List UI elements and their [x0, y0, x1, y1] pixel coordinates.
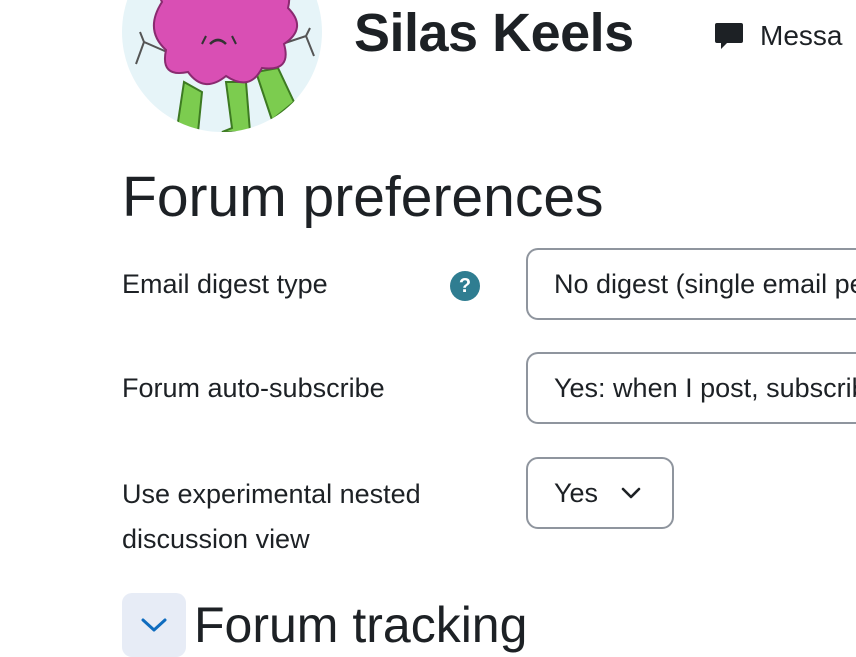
auto-subscribe-value: Yes: when I post, subscribe me to that f… [554, 372, 856, 403]
user-name: Silas Keels [354, 3, 634, 63]
message-button-label: Messa [760, 20, 843, 51]
auto-subscribe-select[interactable]: Yes: when I post, subscribe me to that f… [526, 352, 856, 424]
avatar-monster-icon [135, 0, 315, 132]
page-title: Forum preferences [122, 165, 604, 229]
nested-view-label-line1: Use experimental nested [122, 479, 421, 509]
nested-view-value: Yes [554, 477, 599, 508]
nested-view-select[interactable]: Yes [526, 457, 674, 529]
email-digest-value: No digest (single email per forum post) [554, 268, 856, 299]
forum-tracking-collapse-button[interactable] [122, 593, 186, 657]
email-digest-select[interactable]: No digest (single email per forum post) [526, 248, 856, 320]
chevron-down-icon [141, 618, 167, 632]
nested-view-label-line2: discussion view [122, 524, 310, 554]
help-icon-glyph: ? [458, 274, 472, 297]
section-heading-forum-tracking: Forum tracking [194, 597, 528, 653]
message-button[interactable]: Messa [712, 14, 842, 58]
question-circle-icon[interactable]: ? [450, 271, 480, 301]
user-avatar[interactable] [122, 0, 322, 132]
auto-subscribe-label: Forum auto-subscribe [122, 373, 385, 403]
speech-bubble-icon [712, 19, 746, 53]
email-digest-label: Email digest type [122, 269, 328, 299]
chevron-down-icon [620, 486, 642, 500]
